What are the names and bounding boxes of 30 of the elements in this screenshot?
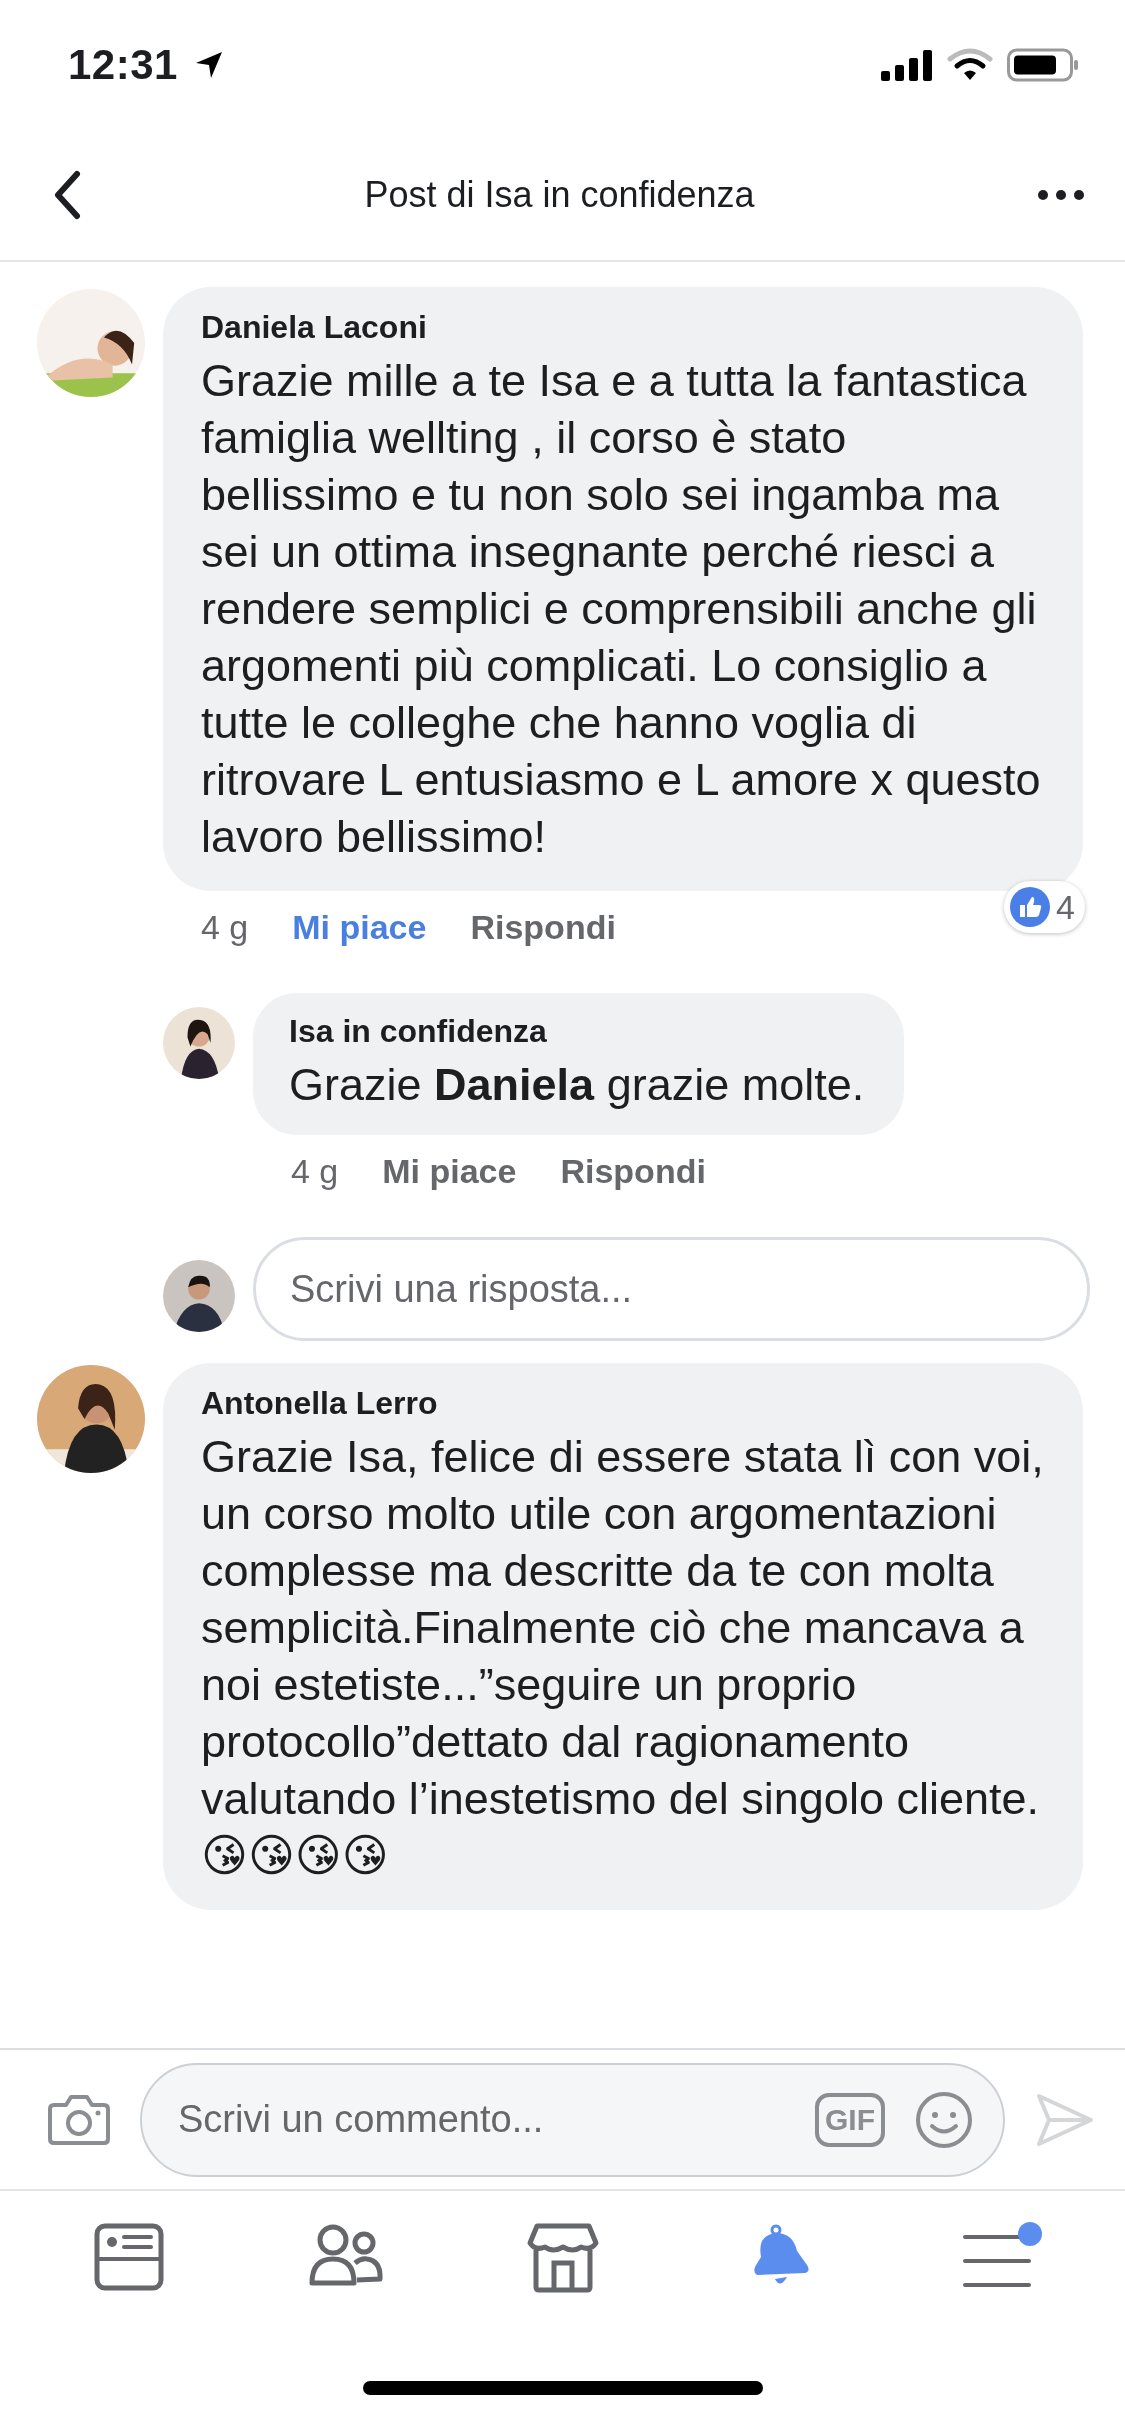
reply-link[interactable]: Rispondi xyxy=(560,1151,706,1191)
comment-author[interactable]: Daniela Laconi xyxy=(201,309,1049,346)
wifi-icon xyxy=(947,48,993,82)
post-title: Post di Isa in confidenza xyxy=(364,174,755,216)
gif-button[interactable]: GIF xyxy=(815,2092,885,2147)
like-link[interactable]: Mi piace xyxy=(292,907,427,947)
comment-time: 4 g xyxy=(201,907,249,947)
more-icon[interactable] xyxy=(1037,189,1085,201)
comment-author[interactable]: Antonella Lerro xyxy=(201,1385,1049,1422)
emoji-icon[interactable] xyxy=(915,2090,973,2149)
comment-author[interactable]: Isa in confidenza xyxy=(289,1013,865,1050)
comment-text: Grazie Daniela grazie molte. xyxy=(289,1058,865,1112)
back-icon[interactable] xyxy=(52,170,82,220)
camera-icon[interactable] xyxy=(48,2092,110,2147)
status-time: 12:31 xyxy=(68,41,178,89)
shop-icon xyxy=(526,2223,599,2293)
reply-field[interactable]: Scrivi una risposta... xyxy=(253,1237,1090,1341)
reaction-badge[interactable]: 4 xyxy=(1004,881,1085,933)
reply-link[interactable]: Rispondi xyxy=(470,907,616,947)
comment-field[interactable]: Scrivi un commento... GIF xyxy=(140,2062,1005,2177)
comment-text: Grazie mille a te Isa e a tutta la fantastica famiglia wellting , il corso è stato bellissimo e tu non solo sei ingamba ma sei un ottima insegnante perché riesci a rendere semplici e comprensibili anche gli argomenti più complicati. Lo consiglio a tutte le colleghe che hanno voglia di ritrovare L entusiasmo e L amore x questo lavoro bellissimo! xyxy=(201,354,1042,864)
people-icon xyxy=(308,2223,383,2289)
newsfeed-icon xyxy=(93,2223,164,2291)
signal-icon xyxy=(881,49,933,81)
badge-dot xyxy=(1017,2222,1042,2246)
like-link[interactable]: Mi piace xyxy=(382,1151,517,1191)
battery-icon xyxy=(1007,48,1079,82)
comment-text: Grazie Isa, felice di essere stata lì con voi, un corso molto utile con argomentazioni complesse ma descritte da te con molta semplicità.Finalmente ciò che mancava a noi estetiste...”seguire un proprio protocollo”dettato dal ragionamento valutando l’inestetismo del singolo cliente.😘😘😘😘 xyxy=(201,1430,1045,1883)
comment-time: 4 g xyxy=(291,1151,339,1191)
like-icon xyxy=(1010,887,1051,927)
